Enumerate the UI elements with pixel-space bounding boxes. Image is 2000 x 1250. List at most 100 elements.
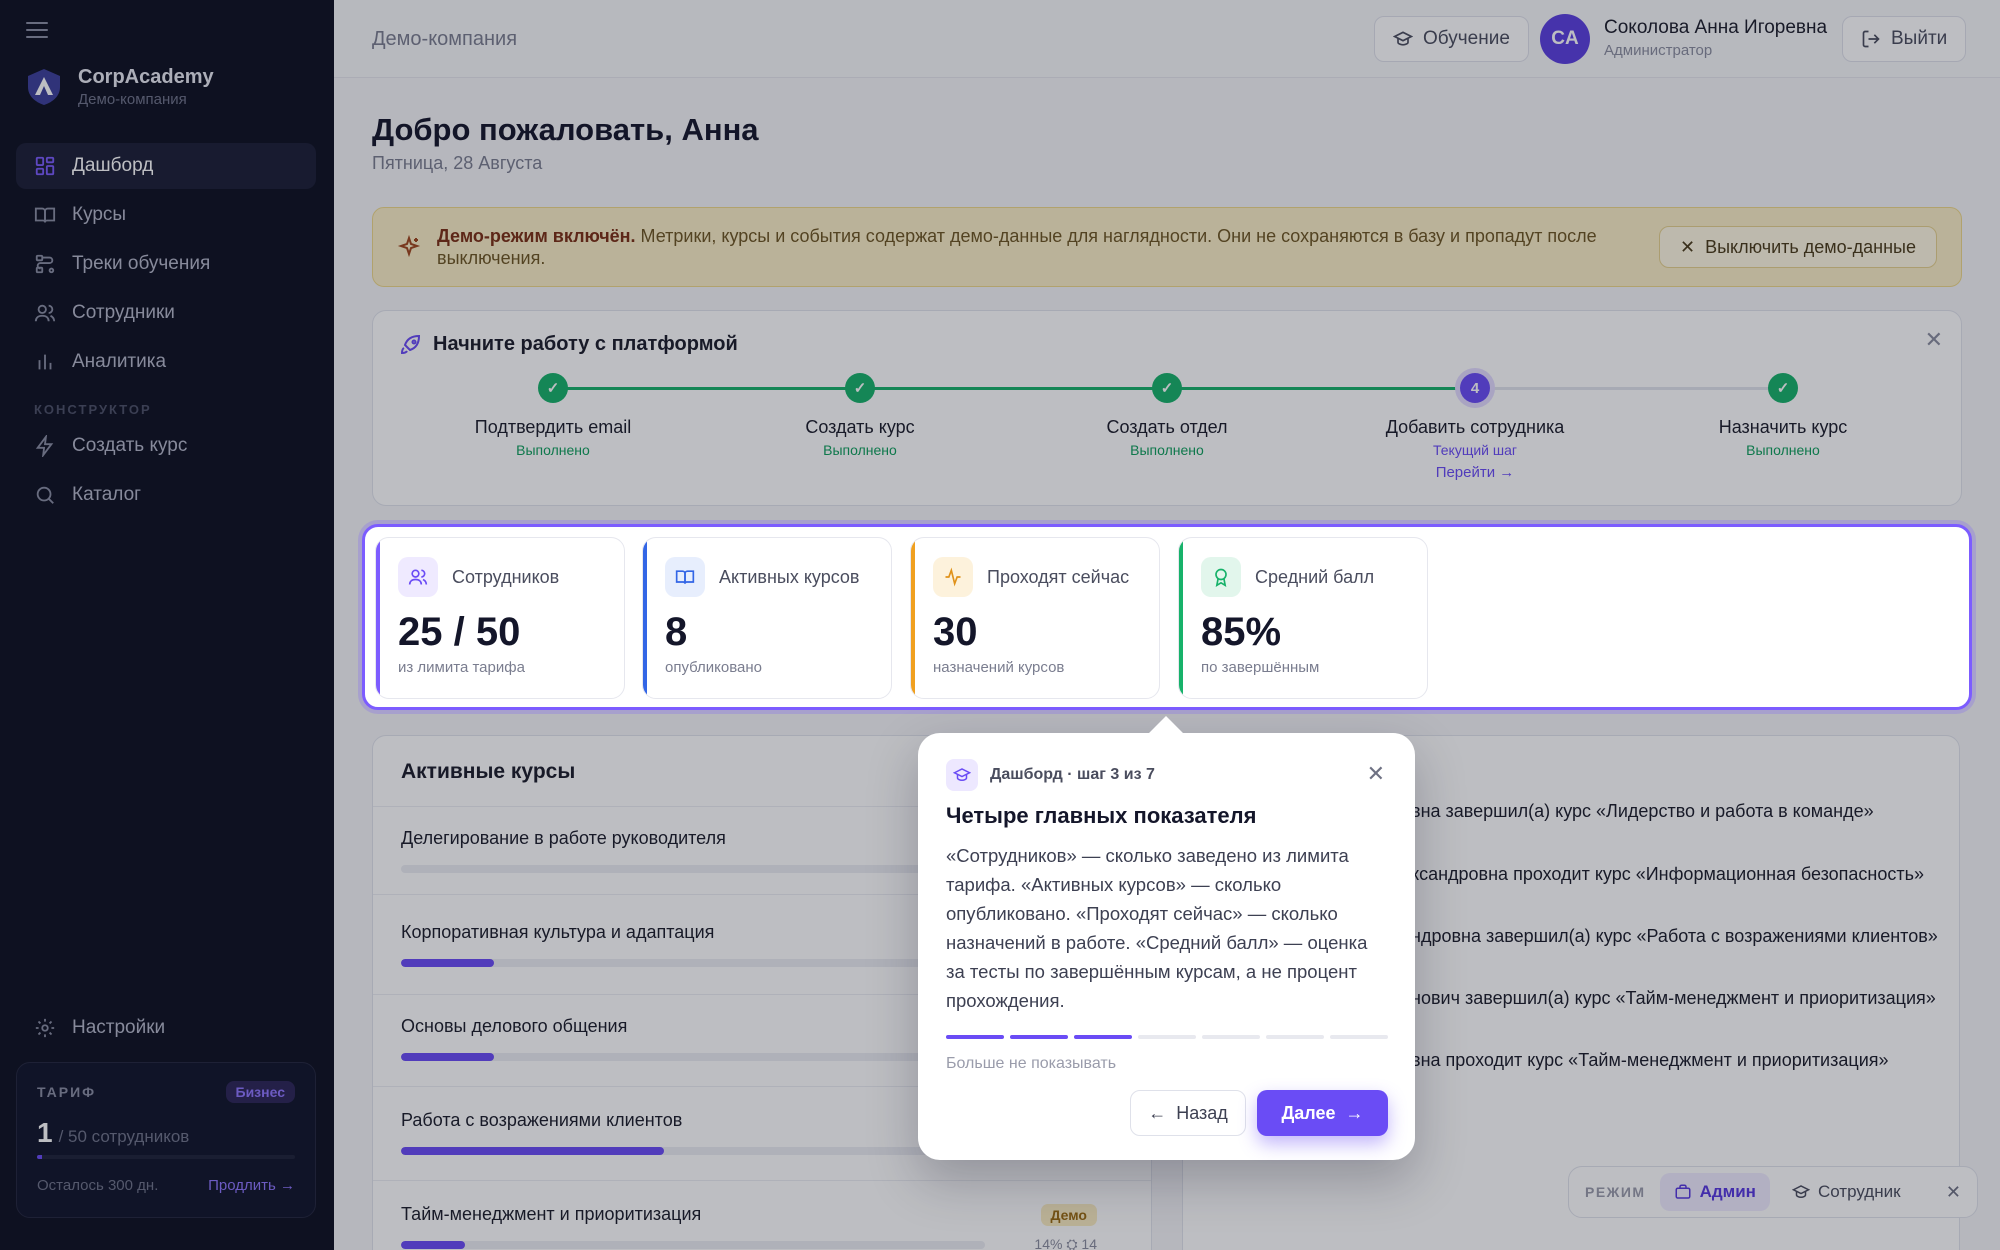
tour-step-indicator: Дашборд · шаг 3 из 7 bbox=[946, 759, 1155, 791]
next-button[interactable]: Далее → bbox=[1257, 1090, 1388, 1136]
course-progress bbox=[401, 1053, 985, 1061]
sidebar-item-analytics[interactable]: Аналитика bbox=[16, 339, 316, 385]
divider bbox=[373, 1180, 1151, 1181]
disable-demo-button[interactable]: ✕ Выключить демо-данные bbox=[1658, 226, 1937, 268]
demo-banner-text: Демо-режим включён. Метрики, курсы и соб… bbox=[437, 225, 1607, 269]
graduation-cap-icon bbox=[946, 759, 978, 791]
gear-icon bbox=[35, 1018, 55, 1038]
sidebar-item-tracks[interactable]: Треки обучения bbox=[16, 241, 316, 287]
step-number: 4 bbox=[1460, 373, 1490, 403]
step-confirm-email: ✓ Подтвердить email Выполнено bbox=[423, 373, 683, 458]
course-progress bbox=[401, 1241, 985, 1249]
step-go-link[interactable]: Перейти → bbox=[1345, 464, 1605, 481]
course-progress bbox=[401, 1147, 985, 1155]
sidebar-nav: Дашборд Курсы Треки обучения Сотрудники … bbox=[16, 143, 316, 521]
sidebar-item-dashboard[interactable]: Дашборд bbox=[16, 143, 316, 189]
tour-body: «Сотрудников» — сколько заведено из лими… bbox=[946, 845, 1368, 1011]
tariff-card: ТАРИФ Бизнес 1 / 50 сотрудников Осталось… bbox=[16, 1062, 316, 1218]
logo-icon bbox=[28, 69, 60, 105]
stat-avg-score: Средний балл 85% по завершённым bbox=[1178, 537, 1428, 699]
learning-button[interactable]: Обучение bbox=[1374, 16, 1529, 62]
graduation-cap-icon bbox=[1393, 31, 1413, 46]
brand[interactable]: CorpAcademy Демо-компания bbox=[24, 66, 214, 108]
logout-button[interactable]: Выйти bbox=[1842, 16, 1967, 62]
stat-in-progress: Проходят сейчас 30 назначений курсов bbox=[910, 537, 1160, 699]
avatar[interactable]: CA bbox=[1540, 14, 1590, 64]
stat-label: Проходят сейчас bbox=[987, 567, 1130, 587]
mode-employee-label: Сотрудник bbox=[1817, 1182, 1901, 1201]
mode-label: РЕЖИМ bbox=[1585, 1184, 1646, 1200]
check-icon: ✓ bbox=[538, 373, 568, 403]
sidebar-item-label: Сотрудники bbox=[72, 302, 175, 323]
tour-popover: Дашборд · шаг 3 из 7 ✕ Четыре главных по… bbox=[918, 716, 1415, 1160]
step-status: Выполнено bbox=[516, 442, 590, 458]
course-progress-fill bbox=[401, 1147, 664, 1155]
tour-step-text: Дашборд · шаг 3 из 7 bbox=[990, 766, 1155, 783]
disable-demo-label: Выключить демо-данные bbox=[1705, 236, 1916, 257]
close-icon[interactable]: ✕ bbox=[1367, 761, 1385, 787]
back-button[interactable]: ← Назад bbox=[1130, 1090, 1246, 1136]
step-assign-course: ✓ Назначить курс Выполнено bbox=[1653, 373, 1913, 458]
sidebar-item-catalog[interactable]: Каталог bbox=[16, 472, 316, 518]
close-icon: ✕ bbox=[1679, 236, 1696, 257]
course-meta: 14% ⛭ 14 bbox=[1034, 1236, 1097, 1250]
active-courses-title: Активные курсы bbox=[401, 760, 576, 783]
tour-progress-segment bbox=[1330, 1035, 1388, 1039]
mode-employee-button[interactable]: Сотрудник bbox=[1778, 1173, 1915, 1211]
check-icon: ✓ bbox=[1152, 373, 1182, 403]
tariff-progress bbox=[37, 1155, 295, 1159]
stat-subtitle: по завершённым bbox=[1201, 659, 1320, 676]
company-name: Демо-компания bbox=[372, 28, 518, 50]
sidebar-item-courses[interactable]: Курсы bbox=[16, 192, 316, 238]
event-item: вна проходит курс «Тайм-менеджмент и при… bbox=[1411, 1050, 1889, 1070]
event-item: нович завершил(а) курс «Тайм-менеджмент … bbox=[1411, 988, 1936, 1008]
menu-icon[interactable] bbox=[26, 22, 48, 38]
step-label: Создать курс bbox=[805, 417, 915, 437]
course-row[interactable]: Тайм-менеджмент и приоритизация Демо 14%… bbox=[401, 1204, 1125, 1250]
step-create-course: ✓ Создать курс Выполнено bbox=[730, 373, 990, 458]
course-progress-fill bbox=[401, 959, 495, 967]
onboarding-steps: ✓ Подтвердить email Выполнено ✓ Создать … bbox=[373, 311, 1961, 505]
chart-icon bbox=[38, 354, 52, 370]
step-label: Назначить курс bbox=[1718, 417, 1848, 437]
sidebar-item-settings[interactable]: Настройки bbox=[16, 1005, 316, 1051]
stat-value: 30 bbox=[933, 610, 978, 654]
activity-icon bbox=[933, 557, 973, 597]
mode-admin-button[interactable]: Админ bbox=[1659, 1173, 1770, 1211]
stat-label: Сотрудников bbox=[452, 567, 560, 587]
steps-track-done bbox=[553, 387, 1475, 390]
users-icon bbox=[34, 304, 56, 322]
close-icon[interactable]: ✕ bbox=[1946, 1182, 1961, 1203]
arrow-left-icon: ← bbox=[1148, 1102, 1167, 1123]
book-icon bbox=[34, 207, 56, 223]
tariff-extend-link[interactable]: Продлить → bbox=[208, 1177, 295, 1194]
course-progress-fill bbox=[401, 1053, 495, 1061]
book-icon bbox=[665, 557, 705, 597]
stat-value: 8 bbox=[665, 610, 688, 654]
next-label: Далее bbox=[1281, 1102, 1336, 1123]
tariff-count: 1 bbox=[37, 1117, 53, 1148]
page-date: Пятница, 28 Августа bbox=[372, 153, 543, 173]
sidebar-item-label: Настройки bbox=[72, 1017, 166, 1038]
award-icon bbox=[1201, 557, 1241, 597]
event-item: ндровна завершил(а) курс «Работа с возра… bbox=[1411, 926, 1938, 946]
sidebar-item-label: Создать курс bbox=[72, 435, 188, 456]
page-title: Добро пожаловать, Анна bbox=[372, 112, 759, 147]
stats-highlight: Сотрудников 25 / 50 из лимита тарифа Акт… bbox=[362, 524, 1972, 710]
mode-admin-label: Админ bbox=[1699, 1182, 1756, 1201]
tariff-label: ТАРИФ bbox=[37, 1084, 97, 1100]
search-icon bbox=[36, 486, 54, 504]
sidebar: CorpAcademy Демо-компания Дашборд Курсы … bbox=[0, 0, 334, 1250]
onboarding-card: Начните работу с платформой ✕ ✓ Подтверд… bbox=[372, 310, 1962, 506]
sidebar-item-create-course[interactable]: Создать курс bbox=[16, 423, 316, 469]
sidebar-item-employees[interactable]: Сотрудники bbox=[16, 290, 316, 336]
tour-progress bbox=[946, 1035, 1388, 1039]
graduation-cap-icon bbox=[1791, 1185, 1810, 1199]
check-icon: ✓ bbox=[845, 373, 875, 403]
sparkles-icon bbox=[397, 235, 421, 258]
user-role: Администратор bbox=[1604, 42, 1713, 59]
tariff-badge: Бизнес bbox=[225, 1081, 295, 1103]
topbar: Демо-компания Обучение CA Соколова Анна … bbox=[334, 0, 2000, 78]
dont-show-again-link[interactable]: Больше не показывать bbox=[946, 1055, 1116, 1073]
step-label: Подтвердить email bbox=[474, 417, 632, 437]
